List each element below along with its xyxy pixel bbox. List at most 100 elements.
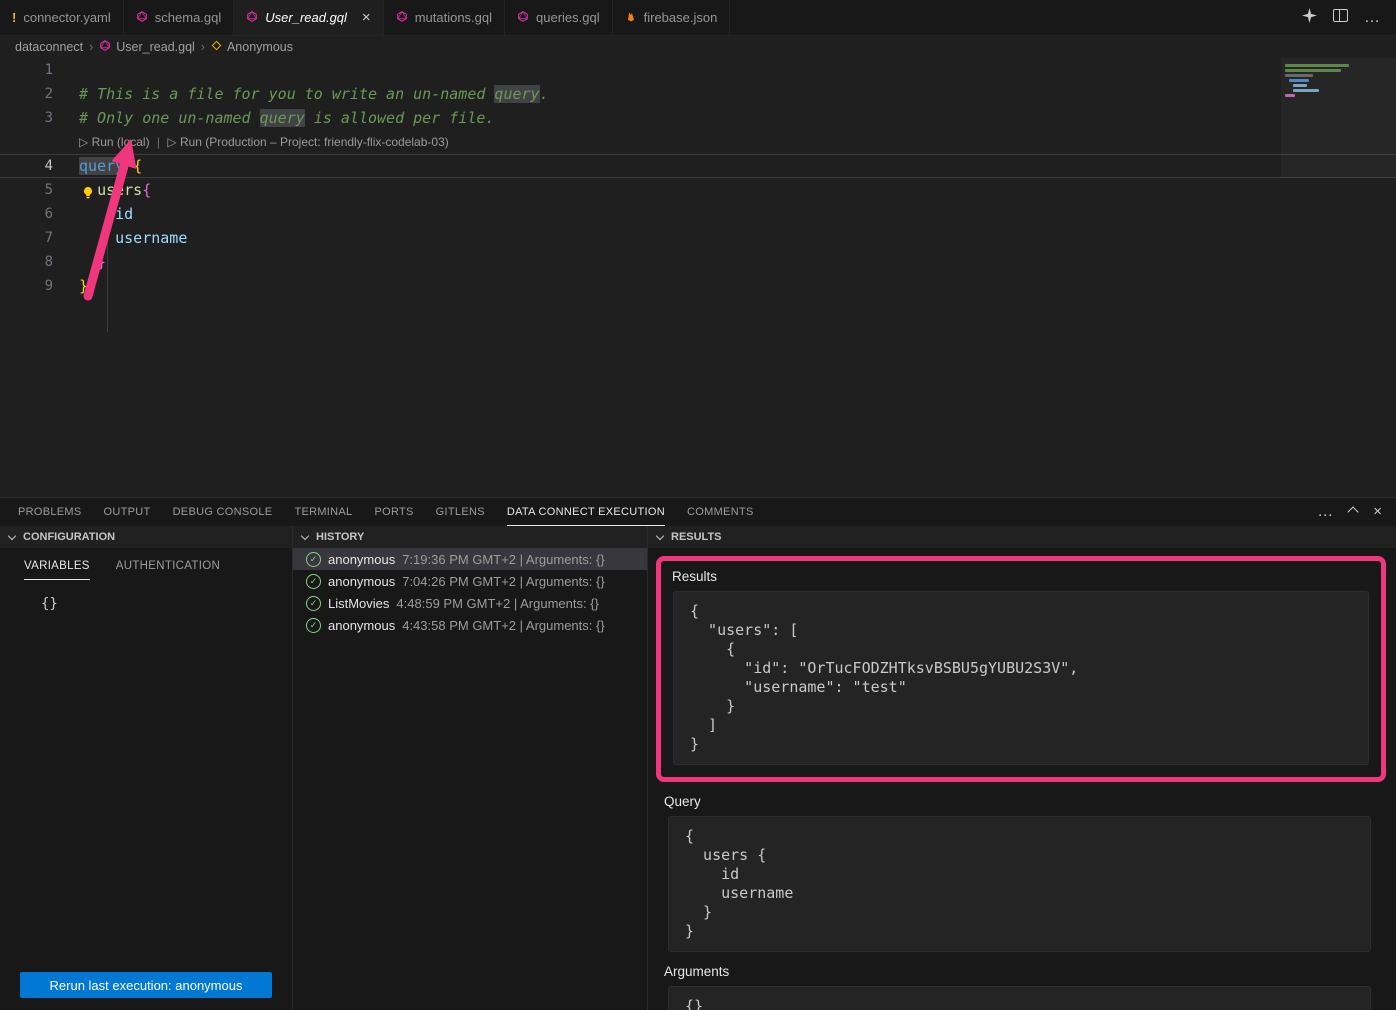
check-circle-icon: ✓: [306, 618, 321, 633]
panel-tab-terminal[interactable]: TERMINAL: [294, 498, 352, 526]
graphql-icon: [99, 39, 111, 55]
config-tab-variables[interactable]: VARIABLES: [24, 560, 90, 580]
rerun-button[interactable]: Rerun last execution: anonymous: [20, 972, 272, 998]
tab-firebase.json[interactable]: firebase.json: [613, 0, 731, 35]
codelens: ▷ Run (local) | ▷ Run (Production – Proj…: [0, 130, 1396, 154]
warning-icon: !: [12, 10, 16, 25]
copilot-icon[interactable]: [1302, 8, 1317, 28]
history-item[interactable]: ✓anonymous7:04:26 PM GMT+2 | Arguments: …: [293, 570, 647, 592]
panel-tab-gitlens[interactable]: GITLENS: [436, 498, 485, 526]
minimap[interactable]: [1281, 58, 1396, 268]
check-circle-icon: ✓: [306, 596, 321, 611]
line-number: 1: [0, 58, 79, 82]
chevron-up-icon[interactable]: [1349, 503, 1357, 521]
code-editor[interactable]: 12# This is a file for you to write an u…: [0, 58, 1396, 497]
panel-tab-output[interactable]: OUTPUT: [104, 498, 151, 526]
breadcrumb-separator: ›: [201, 40, 205, 54]
code-line-9: 9}: [0, 274, 1396, 298]
code-box-arguments: {}: [668, 986, 1371, 1010]
editor-tabs: ! connector.yaml schema.gql User_read.gql × m…: [0, 0, 730, 35]
tab-schema.gql[interactable]: schema.gql: [124, 0, 234, 35]
tab-label: User_read.gql: [265, 10, 347, 25]
panel-actions: …×: [1317, 498, 1396, 526]
code-line-1: 1: [0, 58, 1396, 82]
code-line-2: 2# This is a file for you to write an un…: [0, 82, 1396, 106]
tab-label: connector.yaml: [23, 10, 110, 25]
code-line-5: 5 users{: [0, 178, 1396, 202]
panel-tab-problems[interactable]: PROBLEMS: [18, 498, 82, 526]
history-name: anonymous: [328, 552, 395, 567]
graphql-icon: [517, 10, 529, 26]
history-section: HISTORY ✓ anonymous 7:19:36 PM GMT+2 | Arg…: [293, 526, 648, 1010]
history-name: anonymous: [328, 618, 395, 633]
breadcrumb-item-dataconnect[interactable]: dataconnect: [15, 40, 83, 54]
breadcrumb-label: dataconnect: [15, 40, 83, 54]
lightbulb-icon[interactable]: [81, 183, 95, 197]
history-name: ListMovies: [328, 596, 389, 611]
tab-label: firebase.json: [644, 10, 718, 25]
configuration-section: CONFIGURATION VARIABLESAUTHENTICATION {}…: [0, 526, 293, 1010]
code-box-results: { "users": [ { "id": "OrTucFODZHTksvBSBU…: [673, 591, 1369, 765]
breadcrumb-item-User_read.gql[interactable]: User_read.gql: [99, 39, 195, 55]
results-header[interactable]: RESULTS: [648, 526, 1396, 548]
run-local-link[interactable]: ▷ Run (local): [79, 135, 150, 149]
tab-mutations.gql[interactable]: mutations.gql: [384, 0, 505, 35]
panel-tab-data-connect-execution[interactable]: DATA CONNECT EXECUTION: [507, 498, 665, 526]
breadcrumb: dataconnect › User_read.gql › Anonymous: [0, 36, 1396, 58]
history-title: HISTORY: [316, 531, 364, 543]
code-box-query: { users { id username } }: [668, 816, 1371, 952]
annotation-highlight-box: Results{ "users": [ { "id": "OrTucFODZHT…: [656, 556, 1386, 782]
tab-User_read.gql[interactable]: User_read.gql ×: [234, 0, 383, 35]
history-item[interactable]: ✓ anonymous 4:43:58 PM GMT+2 | Arguments: …: [293, 614, 647, 636]
run-production-link[interactable]: ▷ Run (Production – Project: friendly-fl…: [167, 135, 448, 149]
panel-tabs: PROBLEMS OUTPUT DEBUG CONSOLE TERMINAL PORTS…: [18, 498, 754, 526]
close-icon[interactable]: ×: [1373, 503, 1382, 521]
bottom-panel: PROBLEMS OUTPUT DEBUG CONSOLE TERMINAL PORTS…: [0, 497, 1396, 1010]
breadcrumb-item-Anonymous[interactable]: Anonymous: [211, 40, 293, 54]
line-number: 8: [0, 250, 79, 274]
code-line-7: 7 username: [0, 226, 1396, 250]
graphql-icon: [246, 10, 258, 26]
line-number: 6: [0, 202, 79, 226]
panel-tab-ports[interactable]: PORTS: [374, 498, 413, 526]
tab-connector.yaml[interactable]: ! connector.yaml: [0, 0, 124, 35]
history-item[interactable]: ✓ anonymous 7:19:36 PM GMT+2 | Arguments: …: [293, 548, 647, 570]
editor-tab-bar: ! connector.yaml schema.gql User_read.gql × m…: [0, 0, 1396, 36]
line-number: 2: [0, 82, 79, 106]
check-circle-icon: ✓: [306, 552, 321, 567]
results-section: RESULTS Results{ "users": [ { "id": "OrT…: [648, 526, 1396, 1010]
chevron-down-icon: [301, 532, 309, 540]
chevron-down-icon: [8, 532, 16, 540]
section-label-arguments: Arguments: [664, 964, 1396, 979]
results-content: Results{ "users": [ { "id": "OrTucFODZHT…: [648, 556, 1396, 1010]
symbol-icon: [211, 40, 222, 54]
editor-lines: 12# This is a file for you to write an u…: [0, 58, 1396, 298]
tab-queries.gql[interactable]: queries.gql: [505, 0, 613, 35]
section-label-query: Query: [664, 794, 1396, 809]
panel-tab-comments[interactable]: COMMENTS: [687, 498, 754, 526]
line-number: 4: [0, 154, 79, 178]
history-header[interactable]: HISTORY: [293, 526, 647, 548]
panel-tab-bar: PROBLEMS OUTPUT DEBUG CONSOLE TERMINAL PORTS…: [0, 498, 1396, 526]
line-number: 7: [0, 226, 79, 250]
configuration-title: CONFIGURATION: [23, 531, 115, 543]
tab-label: queries.gql: [536, 10, 600, 25]
configuration-header[interactable]: CONFIGURATION: [0, 526, 292, 548]
check-circle-icon: ✓: [306, 574, 321, 589]
line-number: 9: [0, 274, 79, 298]
more-icon[interactable]: …: [1317, 503, 1333, 521]
close-icon[interactable]: ×: [362, 10, 371, 25]
graphql-icon: [396, 10, 408, 26]
panel-tab-debug-console[interactable]: DEBUG CONSOLE: [173, 498, 273, 526]
history-detail: 4:48:59 PM GMT+2 | Arguments: {}: [396, 596, 598, 611]
indent-guide: [107, 236, 108, 332]
history-detail: 7:19:36 PM GMT+2 | Arguments: {}: [402, 552, 604, 567]
history-detail: 4:43:58 PM GMT+2 | Arguments: {}: [402, 618, 604, 633]
more-icon[interactable]: …: [1364, 9, 1380, 27]
history-item[interactable]: ✓ ListMovies 4:48:59 PM GMT+2 | Arguments:…: [293, 592, 647, 614]
config-tab-authentication[interactable]: AUTHENTICATION: [116, 560, 220, 580]
breadcrumb-separator: ›: [89, 40, 93, 54]
tab-label: schema.gql: [155, 10, 221, 25]
firebase-icon: [625, 10, 637, 26]
split-editor-icon[interactable]: [1333, 9, 1348, 27]
